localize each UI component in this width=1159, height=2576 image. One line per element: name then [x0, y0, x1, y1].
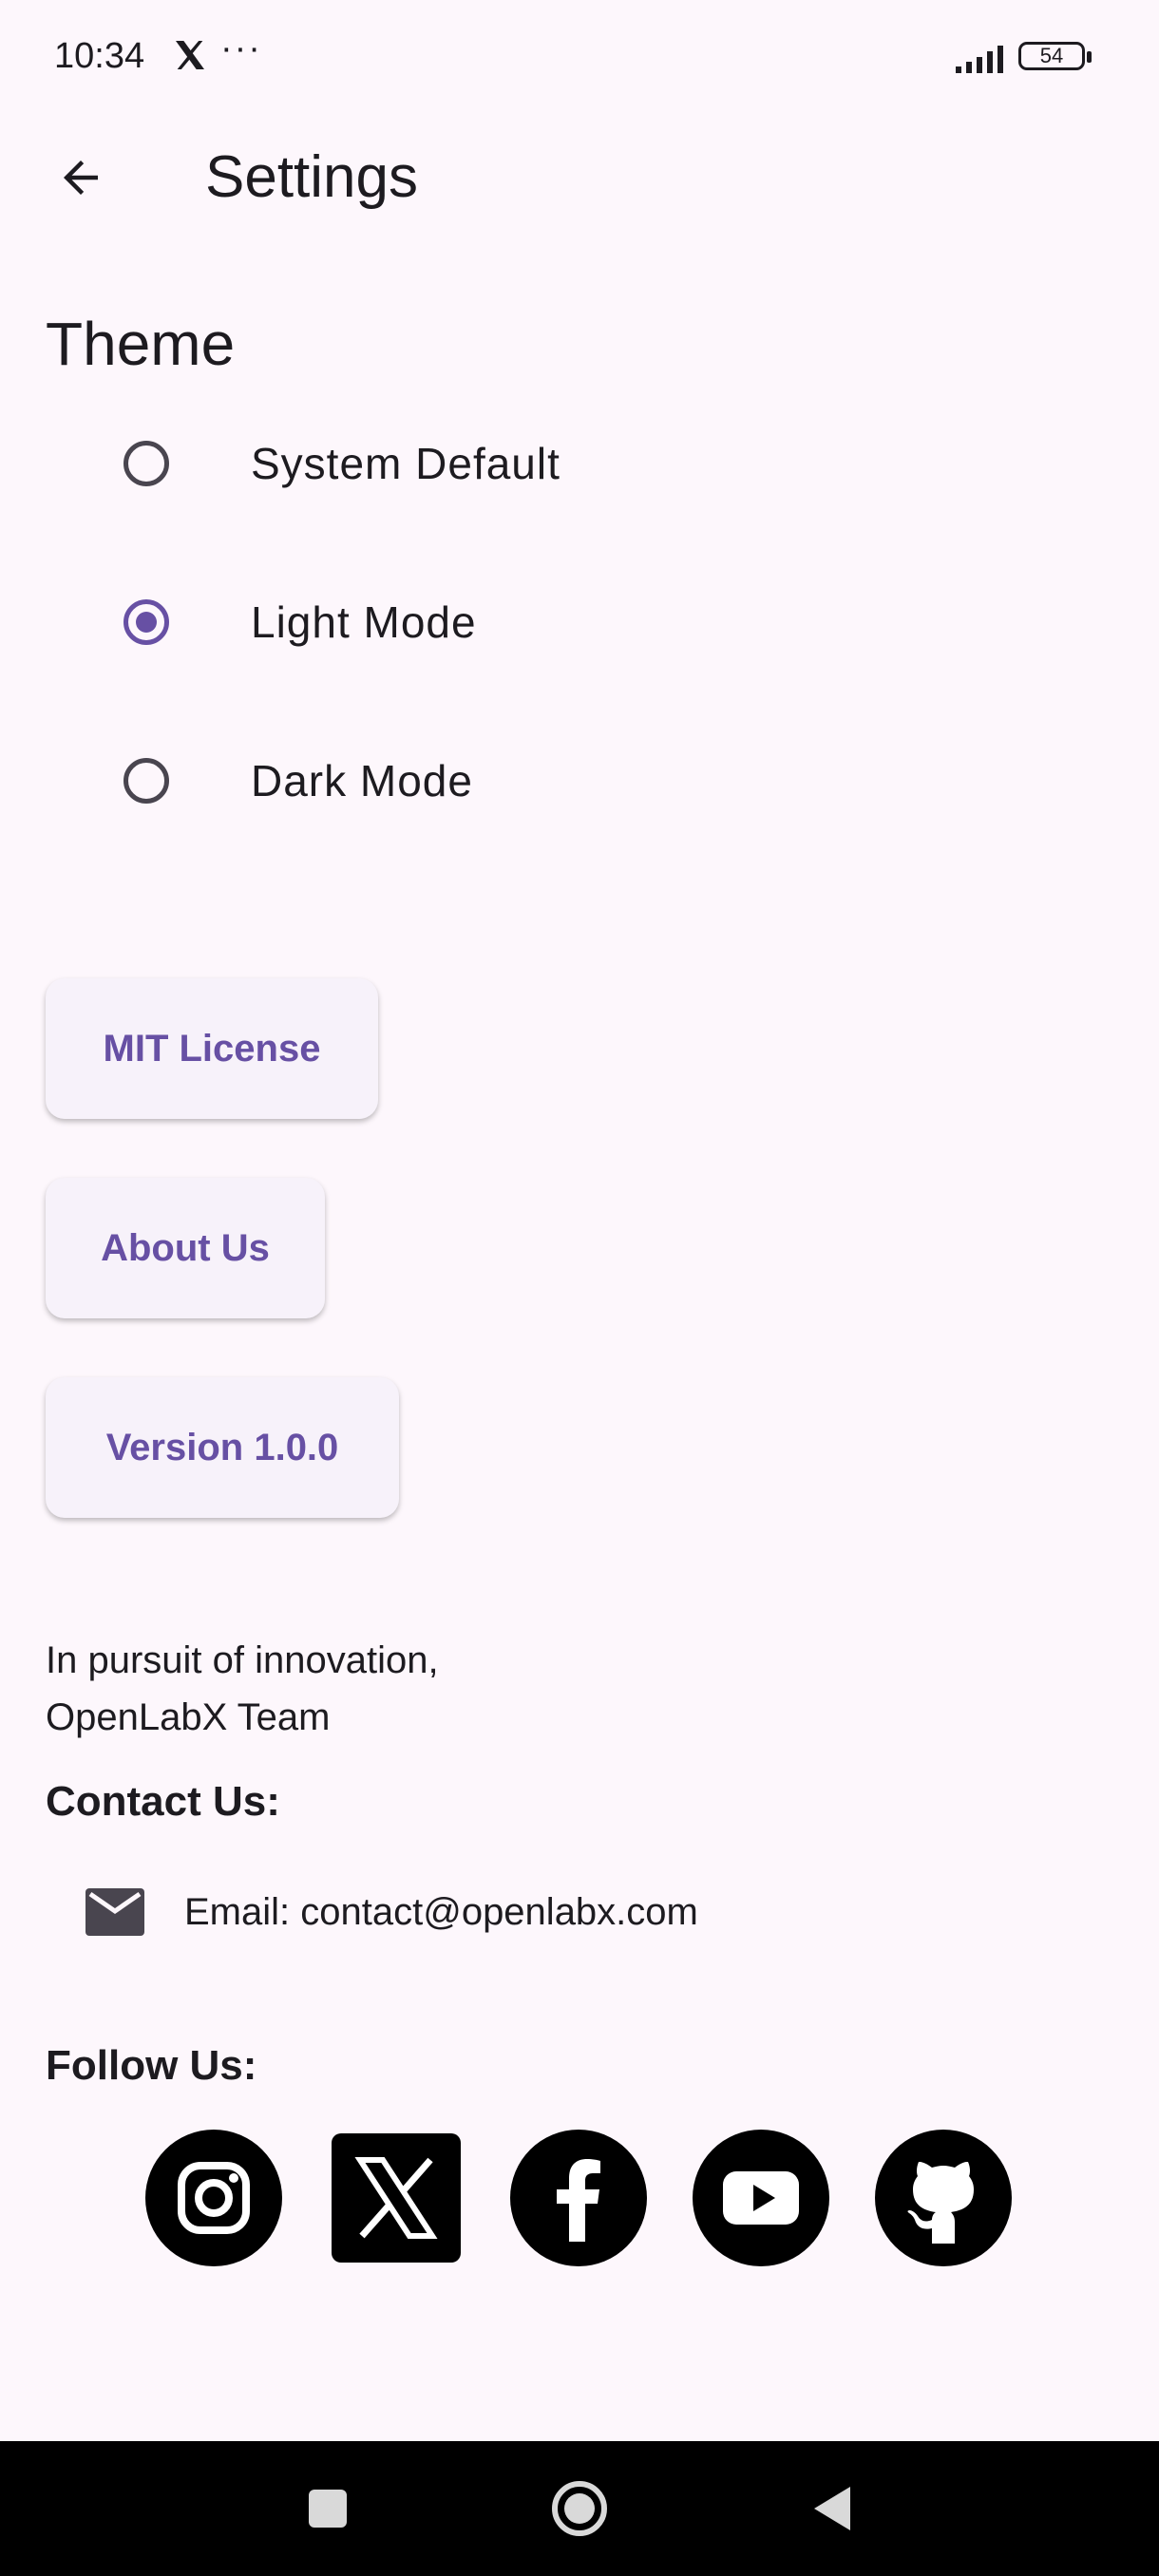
system-navigation-bar — [0, 2441, 1159, 2576]
radio-system-default[interactable] — [124, 441, 169, 486]
x-notification-icon — [171, 36, 209, 74]
radio-light-mode[interactable] — [124, 599, 169, 645]
radio-label: Light Mode — [251, 597, 477, 647]
home-circle-icon — [552, 2481, 607, 2536]
email-text: Email: contact@openlabx.com — [184, 1890, 698, 1933]
theme-option-light-mode[interactable]: Light Mode — [99, 565, 764, 679]
x-icon[interactable] — [328, 2130, 465, 2266]
recents-button[interactable] — [294, 2475, 361, 2542]
more-notifications-icon: ··· — [220, 28, 262, 68]
email-contact[interactable]: Email: contact@openlabx.com — [86, 1879, 698, 1945]
contact-us-heading: Contact Us: — [46, 1778, 280, 1825]
facebook-icon[interactable] — [510, 2130, 647, 2266]
instagram-icon[interactable] — [145, 2130, 282, 2266]
home-button[interactable] — [546, 2475, 613, 2542]
theme-option-dark-mode[interactable]: Dark Mode — [99, 724, 764, 838]
version-button[interactable]: Version 1.0.0 — [46, 1377, 399, 1518]
follow-us-heading: Follow Us: — [46, 2042, 257, 2089]
tagline: In pursuit of innovation, OpenLabX Team — [46, 1632, 439, 1746]
status-time: 10:34 — [54, 36, 145, 76]
theme-section-title: Theme — [46, 310, 236, 378]
theme-option-system-default[interactable]: System Default — [99, 407, 764, 521]
battery-icon: 54 — [1018, 42, 1094, 74]
back-button[interactable] — [46, 142, 116, 213]
signal-icon — [954, 44, 1007, 74]
radio-dark-mode[interactable] — [124, 758, 169, 804]
back-nav-button[interactable] — [798, 2475, 864, 2542]
youtube-icon[interactable] — [693, 2130, 829, 2266]
github-icon[interactable] — [875, 2130, 1012, 2266]
triangle-back-icon — [814, 2487, 850, 2530]
radio-label: System Default — [251, 439, 560, 488]
tagline-line-2: OpenLabX Team — [46, 1696, 331, 1738]
mit-license-button[interactable]: MIT License — [46, 978, 378, 1119]
radio-label: Dark Mode — [251, 756, 473, 805]
about-us-button[interactable]: About Us — [46, 1178, 325, 1318]
email-icon — [86, 1888, 144, 1936]
arrow-back-icon — [64, 161, 98, 195]
page-title: Settings — [205, 144, 419, 210]
battery-level: 54 — [1039, 44, 1064, 67]
square-icon — [309, 2490, 347, 2528]
tagline-line-1: In pursuit of innovation, — [46, 1639, 439, 1681]
